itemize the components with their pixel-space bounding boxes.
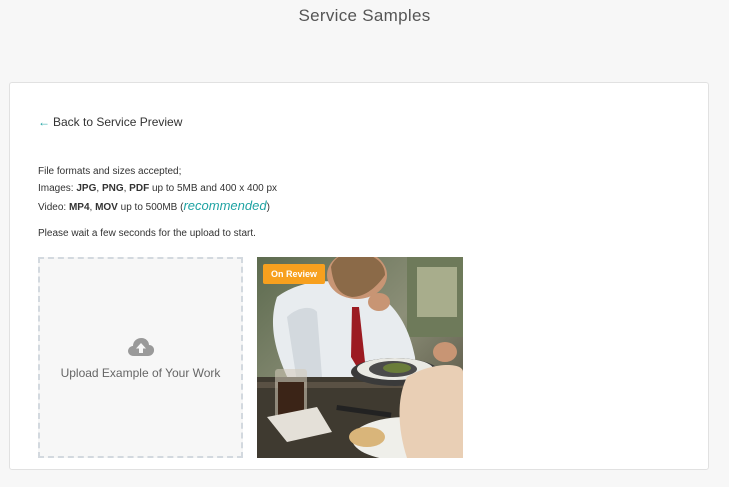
file-format-info: File formats and sizes accepted; Images:…	[38, 163, 277, 216]
sample-image-thumbnail[interactable]: On Review	[257, 257, 463, 458]
sample-photo	[257, 257, 463, 458]
formats-heading: File formats and sizes accepted;	[38, 166, 182, 177]
back-to-service-preview-link[interactable]: ← Back to Service Preview	[38, 115, 182, 129]
upload-work-dropzone[interactable]: Upload Example of Your Work	[38, 257, 243, 458]
page-title: Service Samples	[298, 6, 431, 25]
upload-wait-text: Please wait a few seconds for the upload…	[38, 228, 256, 239]
on-review-badge: On Review	[263, 264, 326, 284]
upload-label: Upload Example of Your Work	[60, 365, 221, 380]
video-formats: Video: MP4, MOV up to 500MB (recommended…	[38, 198, 270, 213]
back-link-label: Back to Service Preview	[53, 115, 183, 129]
arrow-left-icon: ←	[38, 115, 50, 129]
cloud-upload-icon	[127, 337, 154, 356]
images-formats: Images: JPG, PNG, PDF up to 5MB and 400 …	[38, 183, 278, 194]
samples-card: ← Back to Service Preview File formats a…	[9, 82, 709, 470]
recommended-label: recommended	[183, 198, 267, 213]
